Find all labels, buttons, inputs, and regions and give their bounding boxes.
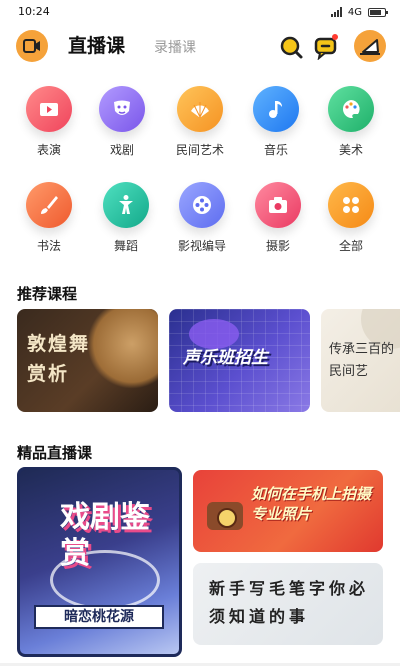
category-label: 戏剧 [109,143,134,157]
card-title: 敦煌舞赏析 [27,333,91,385]
search-icon[interactable] [278,34,304,60]
recommended-card[interactable]: 传承三百的民间艺 [321,309,400,412]
message-icon[interactable] [313,34,339,61]
category-label: 全部 [338,239,363,253]
live-course-card[interactable]: 新手写毛笔字你必须知道的事 [193,563,383,645]
status-time: 10:24 [18,5,50,18]
grid-icon [328,182,374,228]
category-photography[interactable]: 摄影 [240,182,316,254]
card-subtitle: 暗恋桃花源 [34,605,164,629]
card-title: 如何在手机上拍摄专业照片 [251,485,372,523]
category-drama[interactable]: 戏剧 [84,86,160,158]
brush-icon [26,182,72,228]
signal-icon [330,7,342,17]
category-label: 摄影 [265,239,290,253]
header: 直播课 录播课 [0,28,400,64]
mask-icon [99,86,145,132]
live-course-card[interactable]: 如何在手机上拍摄专业照片 [193,470,383,552]
palette-icon [328,86,374,132]
fan-icon [177,86,223,132]
section-title-live: 精品直播课 [17,444,93,462]
music-note-icon [253,86,299,132]
category-folk-art[interactable]: 民间艺术 [162,86,238,158]
camera-icon [207,502,243,530]
video-camera-icon[interactable] [16,30,48,62]
category-label: 舞蹈 [113,239,138,253]
card-title: 戏剧鉴赏 [60,500,150,571]
avatar-icon[interactable] [354,30,386,62]
category-label: 美术 [338,143,363,157]
category-all[interactable]: 全部 [313,182,389,254]
status-bar: 10:24 4G [0,0,400,24]
recommended-card[interactable]: 声乐班招生 [169,309,310,412]
card-title: 声乐班招生 [183,348,268,368]
category-performance[interactable]: 表演 [11,86,87,158]
category-label: 书法 [36,239,61,253]
dancer-icon [103,182,149,228]
category-label: 音乐 [263,143,288,157]
category-dance[interactable]: 舞蹈 [88,182,164,254]
film-reel-icon [179,182,225,228]
card-title: 新手写毛笔字你必须知道的事 [209,579,370,626]
category-fine-arts[interactable]: 美术 [313,86,389,158]
status-indicators: 4G [330,4,388,20]
tab-live-courses[interactable]: 直播课 [68,31,125,58]
tab-recorded-courses[interactable]: 录播课 [154,37,196,57]
recommended-card[interactable]: 敦煌舞赏析 [17,309,158,412]
section-title-recommended: 推荐课程 [17,285,78,303]
notification-dot [332,34,338,40]
live-course-card-featured[interactable]: 戏剧鉴赏 暗恋桃花源 [17,467,182,657]
card-decoration [87,309,158,389]
tv-icon [26,86,72,132]
category-calligraphy[interactable]: 书法 [11,182,87,254]
category-label: 影视编导 [177,239,226,253]
category-label: 民间艺术 [175,143,224,157]
battery-icon [368,7,388,17]
camera-icon [255,182,301,228]
card-title: 传承三百的民间艺 [329,342,395,379]
category-music[interactable]: 音乐 [238,86,314,158]
category-label: 表演 [36,143,61,157]
category-film-directing[interactable]: 影视编导 [164,182,240,254]
network-type: 4G [347,6,362,18]
